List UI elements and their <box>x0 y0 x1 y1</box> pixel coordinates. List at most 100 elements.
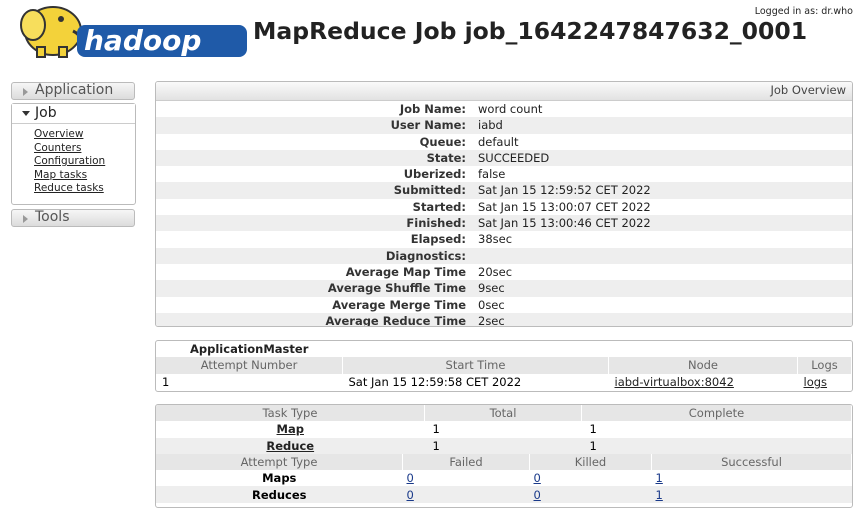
maps-failed-link[interactable]: 0 <box>407 471 414 485</box>
link-map-tasks[interactable]: Map tasks <box>34 169 105 183</box>
overview-row: User Name: iabd <box>156 117 852 134</box>
attempt-number: 1 <box>162 374 170 389</box>
overview-key: Average Shuffle Time <box>327 281 466 296</box>
overview-value: 9sec <box>478 281 505 296</box>
overview-key: User Name: <box>390 118 466 133</box>
attempt-type-reduces: Reduces <box>156 486 403 503</box>
overview-key: Submitted: <box>393 183 466 198</box>
nav-tools[interactable]: Tools <box>11 209 135 227</box>
overview-key: Finished: <box>406 216 466 231</box>
overview-value: iabd <box>478 118 503 133</box>
map-complete: 1 <box>589 422 597 437</box>
map-total: 1 <box>432 422 440 437</box>
col-attempt-number: Attempt Number <box>156 357 343 374</box>
col-task-type: Task Type <box>156 405 425 422</box>
overview-row: Diagnostics: <box>156 247 852 264</box>
overview-key: Elapsed: <box>410 232 466 247</box>
overview-value: SUCCEEDED <box>478 150 550 165</box>
col-killed: Killed <box>529 453 652 471</box>
table-row: Reduces 0 0 1 <box>156 486 852 503</box>
col-complete: Complete <box>581 405 852 422</box>
overview-row: State: SUCCEEDED <box>156 149 852 167</box>
login-status: Logged in as: dr.who <box>754 6 853 17</box>
overview-value: 20sec <box>478 264 513 279</box>
overview-value: 0sec <box>478 297 505 312</box>
job-overview-header: Job Overview <box>156 82 852 101</box>
link-counters[interactable]: Counters <box>34 142 105 156</box>
am-title: ApplicationMaster <box>190 342 309 357</box>
overview-key: Uberized: <box>403 167 466 182</box>
overview-key: Average Merge Time <box>332 297 466 312</box>
attempt-type-maps: Maps <box>262 471 297 486</box>
nav-job-panel: Job Overview Counters Configuration Map … <box>11 103 136 205</box>
reduces-successful-link[interactable]: 1 <box>656 488 663 502</box>
link-overview[interactable]: Overview <box>34 128 105 142</box>
maps-killed-link[interactable]: 0 <box>534 471 541 485</box>
nav-application-label: Application <box>35 82 114 98</box>
overview-key: State: <box>426 150 466 165</box>
table-row: Maps 0 0 1 <box>156 470 852 486</box>
overview-row: Queue: default <box>156 134 852 150</box>
overview-value: 2sec <box>478 313 505 327</box>
overview-key: Started: <box>412 199 466 214</box>
overview-row: Started: Sat Jan 15 13:00:07 CET 2022 <box>156 199 852 215</box>
col-total: Total <box>424 405 582 422</box>
overview-value: 38sec <box>478 232 513 247</box>
overview-key: Average Reduce Time <box>325 313 466 327</box>
overview-row: Average Map Time 20sec <box>156 264 852 280</box>
reduce-total: 1 <box>424 437 582 454</box>
reduce-tasks-link[interactable]: Reduce <box>266 439 314 453</box>
overview-row: Submitted: Sat Jan 15 12:59:52 CET 2022 <box>156 182 852 199</box>
logo-wordmark: hadoop <box>84 24 201 57</box>
nav-job-label: Job <box>35 105 57 121</box>
col-successful: Successful <box>651 453 852 471</box>
nav-job[interactable]: Job <box>12 104 135 124</box>
link-configuration[interactable]: Configuration <box>34 155 105 169</box>
start-time: Sat Jan 15 12:59:58 CET 2022 <box>348 374 522 389</box>
hadoop-logo[interactable]: hadoop <box>11 3 249 61</box>
overview-row: Elapsed: 38sec <box>156 231 852 247</box>
nav-tools-label: Tools <box>35 209 70 225</box>
tasks-table: Task Type Total Complete Map 1 1 Reduce … <box>155 404 853 508</box>
overview-row: Average Shuffle Time 9sec <box>156 280 852 297</box>
overview-row: Finished: Sat Jan 15 13:00:46 CET 2022 <box>156 215 852 232</box>
table-row: 1 Sat Jan 15 12:59:58 CET 2022 iabd-virt… <box>156 374 852 390</box>
elephant-icon <box>20 6 83 58</box>
nav-application[interactable]: Application <box>11 82 135 100</box>
overview-key: Queue: <box>419 134 466 149</box>
overview-key: Average Map Time <box>345 264 466 279</box>
overview-value: Sat Jan 15 13:00:46 CET 2022 <box>478 216 651 231</box>
page-title: MapReduce Job job_1642247847632_0001 <box>253 17 808 45</box>
reduces-killed-link[interactable]: 0 <box>534 488 541 502</box>
overview-rows: Job Name: word count User Name: iabd Queue… <box>156 101 852 327</box>
chevron-right-icon <box>23 88 28 96</box>
overview-value: default <box>478 134 519 149</box>
overview-key: Job Name: <box>399 102 466 116</box>
col-node: Node <box>608 357 798 374</box>
overview-row: Job Name: word count <box>156 101 852 117</box>
chevron-down-icon <box>22 111 30 116</box>
overview-value: false <box>478 167 506 182</box>
reduce-complete: 1 <box>581 437 852 454</box>
table-row: Map 1 1 <box>156 421 852 437</box>
logs-link[interactable]: logs <box>804 375 828 389</box>
overview-value: Sat Jan 15 12:59:52 CET 2022 <box>478 183 651 198</box>
maps-successful-link[interactable]: 1 <box>656 471 663 485</box>
col-start-time: Start Time <box>342 357 609 374</box>
col-attempt-type: Attempt Type <box>156 453 403 471</box>
overview-value: Sat Jan 15 13:00:07 CET 2022 <box>478 199 651 214</box>
reduces-failed-link[interactable]: 0 <box>407 488 414 502</box>
overview-row: Uberized: false <box>156 166 852 182</box>
link-reduce-tasks[interactable]: Reduce tasks <box>34 182 105 196</box>
job-overview-table: Job Overview Job Name: word count User Na… <box>155 81 853 327</box>
map-tasks-link[interactable]: Map <box>277 422 304 436</box>
overview-row: Average Merge Time 0sec <box>156 297 852 313</box>
overview-value <box>466 248 478 264</box>
col-logs: Logs <box>797 357 852 374</box>
col-failed: Failed <box>402 453 530 471</box>
overview-value: word count <box>478 102 543 116</box>
overview-key: Diagnostics: <box>385 248 466 263</box>
node-link[interactable]: iabd-virtualbox:8042 <box>615 375 734 389</box>
overview-row: Average Reduce Time 2sec <box>156 312 852 327</box>
application-master-table: ApplicationMaster Attempt Number Start T… <box>155 340 853 392</box>
